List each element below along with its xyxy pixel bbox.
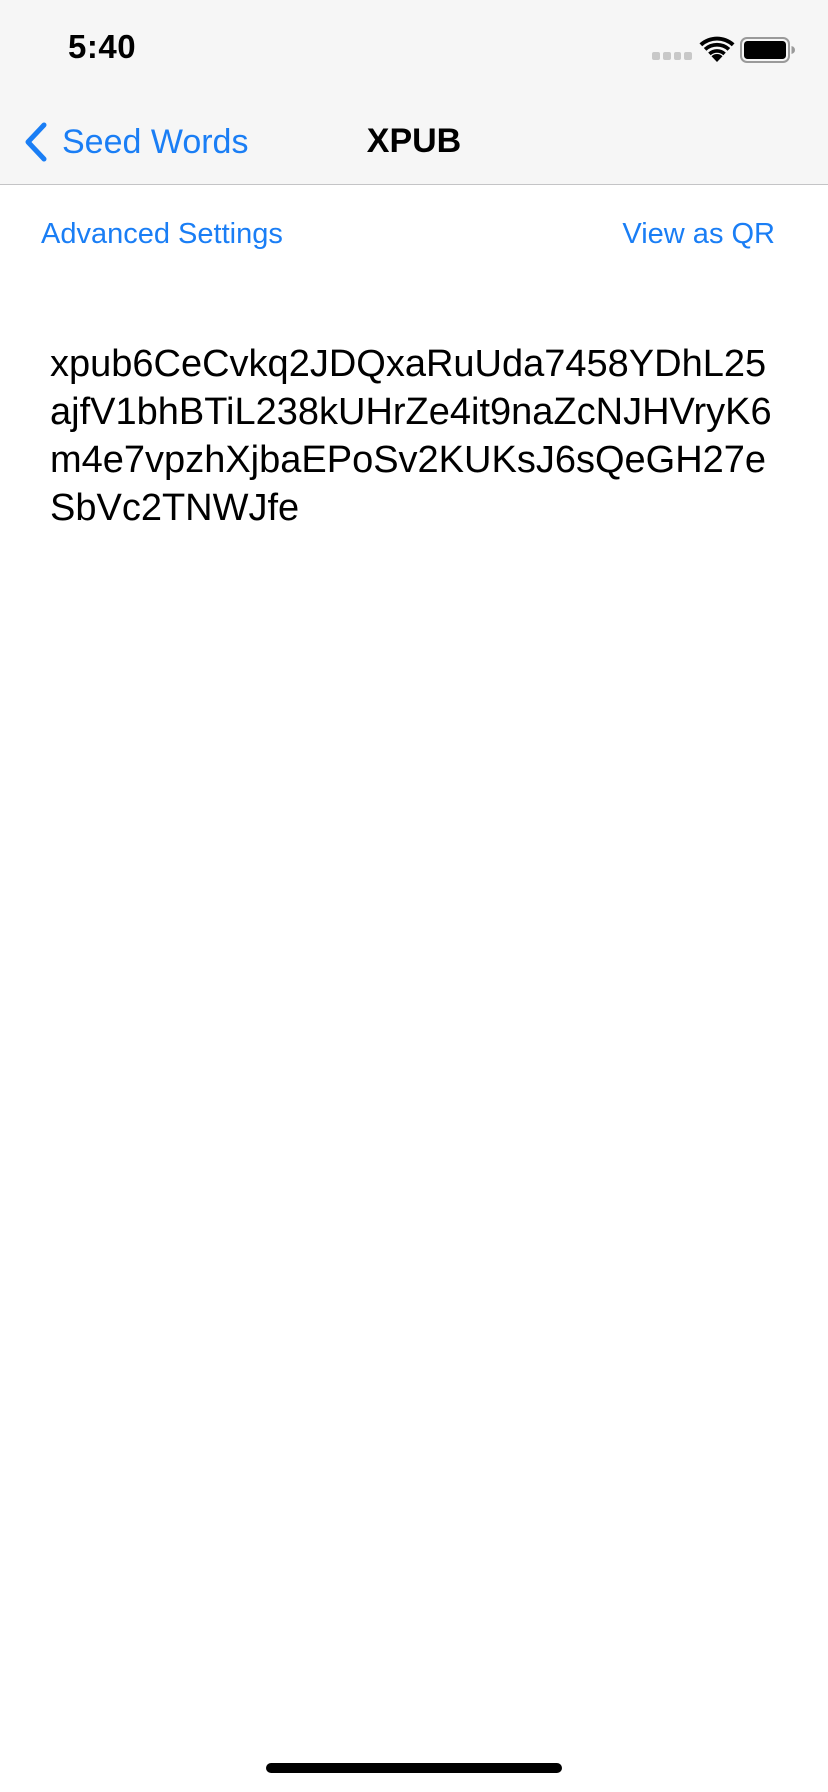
top-bar: 5:40 Seed Words XPUB (0, 0, 828, 185)
xpub-value: xpub6CeCvkq2JDQxaRuUda7458YDhL25ajfV1bhB… (50, 343, 772, 529)
view-as-qr-link[interactable]: View as QR (622, 218, 775, 251)
battery-icon (740, 37, 795, 63)
home-indicator (266, 1763, 562, 1773)
wifi-icon (699, 36, 735, 62)
actions-row: Advanced Settings View as QR (0, 218, 828, 258)
advanced-settings-link[interactable]: Advanced Settings (41, 218, 283, 251)
status-time: 5:40 (68, 28, 137, 65)
cellular-signal-icon (652, 52, 692, 62)
navigation-bar: Seed Words XPUB (0, 100, 828, 184)
page-title: XPUB (366, 122, 462, 160)
status-bar: 5:40 (0, 0, 828, 100)
xpub-screen: 5:40 Seed Words XPUB Advanced Settings V… (0, 0, 828, 1792)
